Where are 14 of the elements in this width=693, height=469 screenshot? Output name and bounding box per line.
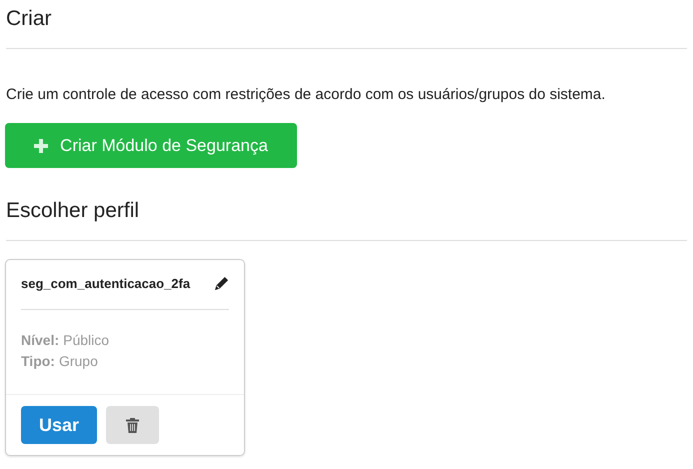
pencil-icon[interactable] [214, 276, 229, 291]
delete-button[interactable] [106, 406, 159, 444]
section-title: Escolher perfil [6, 198, 140, 224]
create-button[interactable]: Criar Módulo de Segurança [5, 123, 297, 168]
use-button[interactable]: Usar [21, 406, 97, 444]
profile-name: seg_com_autenticacao_2fa [21, 276, 190, 291]
field-label: Nível: [21, 332, 60, 348]
section-title: Criar [6, 6, 52, 32]
field-value: Público [63, 332, 110, 348]
trash-icon [126, 418, 139, 432]
field-label: Tipo: [21, 353, 55, 369]
plus-icon [34, 138, 48, 152]
description-text: Crie um controle de acesso com restrições de acordo com os usuários/grupos do sistema. [6, 85, 606, 105]
field-value: Grupo [58, 353, 98, 369]
